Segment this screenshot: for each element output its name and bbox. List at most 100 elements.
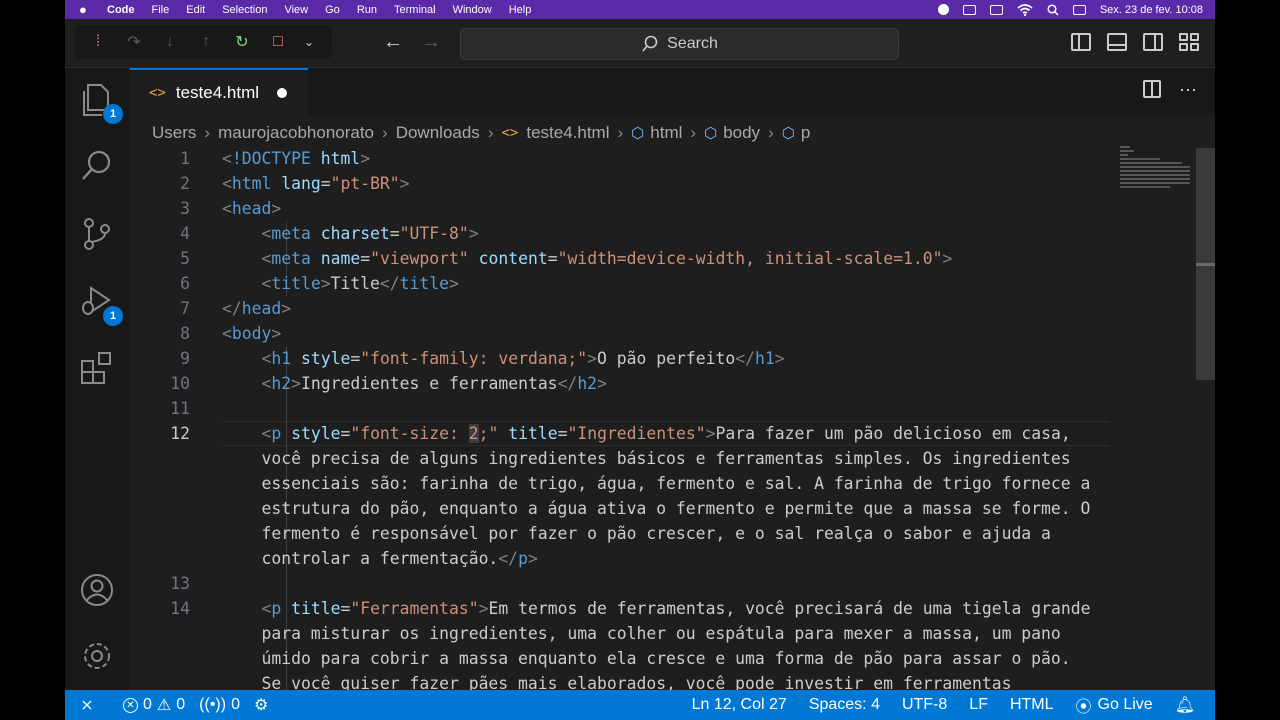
menubar-datetime[interactable]: Sex. 23 de fev. 10:08 xyxy=(1100,4,1203,16)
menu-go[interactable]: Go xyxy=(325,4,340,16)
restart-icon[interactable]: ↻ xyxy=(231,32,253,52)
indentation[interactable]: Spaces: 4 xyxy=(809,696,880,714)
menu-edit[interactable]: Edit xyxy=(186,4,205,16)
status-bar: ⨯ ✕ 0 ⚠ 0 ((•)) 0 ⚙ Ln 12, Col 27 Spaces… xyxy=(65,690,1215,720)
menu-terminal[interactable]: Terminal xyxy=(394,4,436,16)
apple-icon[interactable]: ● xyxy=(79,2,93,17)
vertical-scrollbar[interactable] xyxy=(1196,146,1215,690)
menubar-status-area: Sex. 23 de fev. 10:08 xyxy=(937,3,1203,16)
extensions-icon[interactable] xyxy=(79,350,115,386)
display-icon[interactable] xyxy=(962,4,976,15)
debug-grip-icon[interactable]: ⁞ xyxy=(87,33,109,51)
source-control-icon[interactable] xyxy=(79,216,115,252)
menu-help[interactable]: Help xyxy=(509,4,532,16)
ports-indicator[interactable]: ((•)) 0 xyxy=(199,696,240,714)
step-over-icon[interactable]: ↷ xyxy=(123,32,145,52)
more-actions-icon[interactable]: ⋯ xyxy=(1179,80,1197,101)
line-number: 6 xyxy=(180,274,190,293)
code-line[interactable]: <head> xyxy=(222,196,281,221)
code-line[interactable]: </head> xyxy=(222,296,291,321)
code-line[interactable]: para misturar os ingredientes, uma colhe… xyxy=(222,621,1060,646)
language-mode[interactable]: HTML xyxy=(1010,696,1054,714)
record-icon[interactable] xyxy=(937,4,949,15)
code-line[interactable]: <h1 style="font-family: verdana;">O pão … xyxy=(222,346,784,371)
html-file-icon: <> xyxy=(149,84,166,101)
line-number: 10 xyxy=(170,374,190,393)
chevron-right-icon: › xyxy=(768,123,774,142)
breadcrumb-downloads[interactable]: Downloads xyxy=(396,123,480,143)
element-cube-icon: ⬡ xyxy=(631,125,645,142)
command-center-search[interactable]: Search xyxy=(460,28,899,60)
toggle-primary-sidebar-icon[interactable] xyxy=(1071,33,1091,51)
breadcrumb-user-folder[interactable]: maurojacobhonorato xyxy=(218,123,374,143)
code-line[interactable]: <h2>Ingredientes e ferramentas</h2> xyxy=(222,371,606,396)
breadcrumb-users[interactable]: Users xyxy=(152,123,196,143)
code-line[interactable]: <html lang="pt-BR"> xyxy=(222,171,410,196)
code-line[interactable]: <meta name="viewport" content="width=dev… xyxy=(222,246,952,271)
element-cube-icon: ⬡ xyxy=(704,125,718,142)
code-line[interactable]: <body> xyxy=(222,321,281,346)
toggle-secondary-sidebar-icon[interactable] xyxy=(1143,33,1163,51)
breadcrumb-p[interactable]: p xyxy=(801,123,810,143)
debug-launch-icon[interactable]: ⚙ xyxy=(254,695,268,715)
code-line[interactable]: <!DOCTYPE html> xyxy=(222,146,370,171)
menu-selection[interactable]: Selection xyxy=(222,4,267,16)
chevron-down-icon[interactable]: ⌄ xyxy=(303,35,315,49)
breadcrumb-file[interactable]: teste4.html xyxy=(526,123,609,143)
split-editor-icon[interactable] xyxy=(1143,80,1161,98)
spotlight-icon[interactable] xyxy=(1047,3,1059,16)
manage-gear-icon[interactable] xyxy=(79,638,115,674)
code-line[interactable]: fermento é responsável por fazer o pão c… xyxy=(222,521,1050,546)
code-line[interactable]: <p title="Ferramentas">Em termos de ferr… xyxy=(222,596,1090,621)
run-debug-icon[interactable]: 1 xyxy=(79,284,123,326)
tab-teste4-html[interactable]: <> teste4.html xyxy=(130,68,308,115)
title-bar: ⁞ ↷ ↓ ↑ ↻ □ ⌄ ← → Search xyxy=(65,19,1215,68)
wifi-icon[interactable] xyxy=(1017,3,1033,16)
menu-window[interactable]: Window xyxy=(453,4,492,16)
unsaved-dot-icon[interactable] xyxy=(277,87,288,98)
encoding[interactable]: UTF-8 xyxy=(902,696,947,714)
chevron-right-icon: › xyxy=(690,123,697,142)
problems-indicator[interactable]: ✕ 0 ⚠ 0 xyxy=(123,695,185,715)
menu-run[interactable]: Run xyxy=(357,4,377,16)
customize-layout-icon[interactable] xyxy=(1179,33,1199,51)
accounts-icon[interactable] xyxy=(79,572,115,608)
explorer-icon[interactable]: 1 xyxy=(79,82,123,124)
end-of-line[interactable]: LF xyxy=(969,696,988,714)
notifications-bell-icon[interactable]: 🔔︎ xyxy=(1175,695,1195,715)
code-editor[interactable]: 1 2 3 4 5 6 7 8 9 10 11 12 13 14 <!DOCTY… xyxy=(130,146,1215,693)
back-arrow-icon[interactable]: ← xyxy=(383,31,403,54)
toggle-panel-icon[interactable] xyxy=(1107,33,1127,51)
code-line[interactable]: essenciais são: farinha de trigo, água, … xyxy=(222,471,1090,496)
ports-count: 0 xyxy=(231,696,240,713)
code-line[interactable]: estrutura do pão, enquanto a água ativa … xyxy=(222,496,1090,521)
step-out-icon[interactable]: ↑ xyxy=(195,33,217,51)
battery-icon[interactable] xyxy=(989,4,1003,15)
stop-icon[interactable]: □ xyxy=(267,33,289,51)
code-line[interactable]: <meta charset="UTF-8"> xyxy=(222,221,478,246)
menu-view[interactable]: View xyxy=(284,4,308,16)
step-into-icon[interactable]: ↓ xyxy=(159,33,181,51)
code-line[interactable]: úmido para cobrir a massa enquanto ela c… xyxy=(222,646,1070,671)
error-icon: ✕ xyxy=(123,697,138,713)
menu-file[interactable]: File xyxy=(152,4,170,16)
menu-code[interactable]: Code xyxy=(107,4,135,16)
search-view-icon[interactable] xyxy=(79,148,115,184)
warning-icon: ⚠ xyxy=(156,697,172,714)
forward-arrow-icon[interactable]: → xyxy=(421,31,441,54)
breadcrumb-html[interactable]: html xyxy=(650,123,682,143)
macos-menubar: ● Code File Edit Selection View Go Run T… xyxy=(65,0,1215,19)
code-line[interactable]: <p style="font-size: 2;" title="Ingredie… xyxy=(222,421,1071,446)
control-center-icon[interactable] xyxy=(1072,4,1086,15)
cursor-position[interactable]: Ln 12, Col 27 xyxy=(692,696,787,714)
minimap[interactable] xyxy=(1120,146,1194,196)
remote-indicator-icon[interactable]: ⨯ xyxy=(65,690,109,720)
code-line[interactable]: você precisa de alguns ingredientes bási… xyxy=(222,446,1070,471)
code-line[interactable]: controlar a fermentação.</p> xyxy=(222,546,537,571)
line-number: 9 xyxy=(180,349,190,368)
debug-toolbar: ⁞ ↷ ↓ ↑ ↻ □ ⌄ xyxy=(75,25,332,59)
code-line[interactable]: <title>Title</title> xyxy=(222,271,458,296)
go-live-button[interactable]: ⦿ Go Live xyxy=(1076,693,1153,717)
breadcrumb-body[interactable]: body xyxy=(723,123,760,143)
broadcast-icon: ((•)) xyxy=(199,696,227,713)
